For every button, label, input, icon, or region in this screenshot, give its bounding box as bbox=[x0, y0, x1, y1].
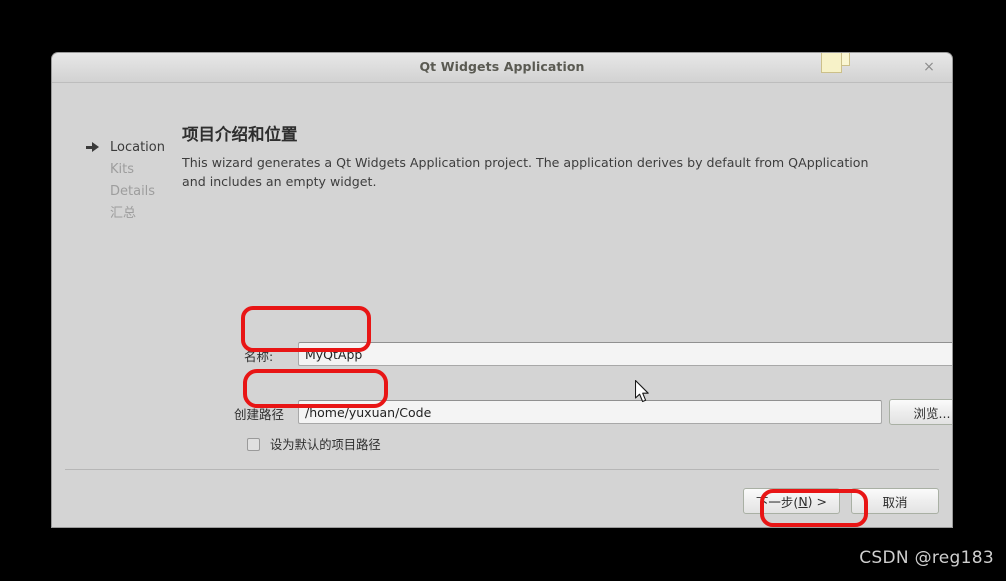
sidebar-item-label: Location bbox=[110, 140, 165, 155]
footer-button-bar: 下一步(N) > 取消 bbox=[742, 488, 939, 514]
wizard-page-content: 项目介绍和位置 This wizard generates a Qt Widge… bbox=[182, 83, 952, 527]
dialog-title-bar[interactable]: Qt Widgets Application × bbox=[52, 53, 952, 83]
project-name-input[interactable]: MyQtApp bbox=[298, 342, 952, 366]
default-path-checkbox-row[interactable]: 设为默认的项目路径 bbox=[247, 435, 381, 453]
wizard-dialog: Qt Widgets Application × Location Kits D… bbox=[52, 53, 952, 527]
watermark: CSDN @reg183 bbox=[859, 548, 994, 568]
checkbox-default-project-path-label: 设为默认的项目路径 bbox=[270, 438, 381, 452]
project-path-input[interactable]: /home/yuxuan/Code bbox=[298, 400, 882, 424]
arrow-right-icon bbox=[86, 142, 100, 154]
checkbox-default-project-path[interactable] bbox=[247, 437, 260, 451]
next-button[interactable]: 下一步(N) > bbox=[742, 488, 840, 514]
sidebar-item-label: 汇总 bbox=[110, 206, 137, 221]
next-button-suffix: ) > bbox=[807, 493, 827, 509]
footer-separator bbox=[65, 469, 939, 470]
sidebar-item-label: Details bbox=[110, 184, 156, 199]
dialog-title: Qt Widgets Application bbox=[419, 59, 585, 74]
sidebar-item-label: Kits bbox=[110, 162, 135, 177]
stacked-windows-icon bbox=[819, 53, 851, 73]
close-icon[interactable]: × bbox=[918, 57, 940, 77]
browse-button[interactable]: 浏览... bbox=[889, 399, 952, 425]
next-button-mnemonic: N bbox=[798, 493, 808, 509]
project-name-label: 名称: bbox=[244, 349, 274, 364]
dialog-body: Location Kits Details 汇总 项目介绍和位置 This wi… bbox=[52, 83, 952, 527]
next-button-prefix: 下一步( bbox=[755, 494, 799, 510]
project-path-label: 创建路径 bbox=[234, 407, 285, 422]
page-title: 项目介绍和位置 bbox=[182, 125, 298, 144]
stacked-windows-icon-front bbox=[821, 53, 842, 73]
page-description: This wizard generates a Qt Widgets Appli… bbox=[182, 155, 869, 189]
cancel-button[interactable]: 取消 bbox=[851, 488, 939, 514]
